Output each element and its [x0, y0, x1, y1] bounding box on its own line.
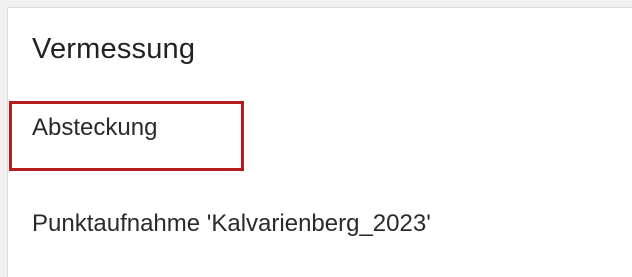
section-title: Vermessung — [32, 33, 196, 65]
menu-item-punktaufnahme[interactable]: Punktaufnahme 'Kalvarienberg_2023' — [0, 196, 632, 256]
menu-item-label: Punktaufnahme 'Kalvarienberg_2023' — [32, 210, 431, 237]
menu-item-label: Absteckung — [32, 114, 158, 141]
menu-item-absteckung[interactable]: Absteckung — [0, 96, 632, 156]
